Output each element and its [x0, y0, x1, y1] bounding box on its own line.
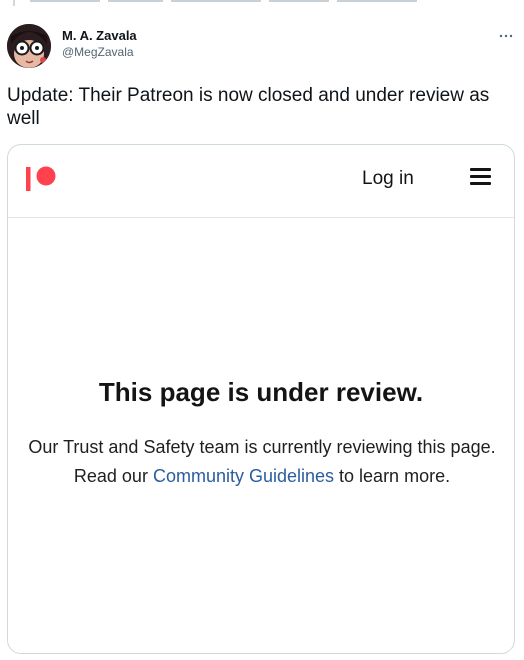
review-message-line1: Our Trust and Safety team is currently r…	[28, 437, 496, 457]
review-message-line2: Read our Community Guidelines to learn m…	[22, 462, 502, 491]
thread-connector-line	[13, 0, 15, 6]
avatar[interactable]	[7, 24, 51, 68]
author-display-name[interactable]: M. A. Zavala	[62, 28, 137, 44]
previous-tweet-cropped-text	[30, 0, 450, 6]
tweet-text: Update: Their Patreon is now closed and …	[7, 85, 490, 129]
review-title: This page is under review.	[98, 377, 424, 407]
author-handle[interactable]: @MegZavala	[62, 44, 137, 60]
hamburger-menu-icon[interactable]	[470, 168, 491, 186]
more-options-button[interactable]	[496, 28, 516, 42]
community-guidelines-link[interactable]: Community Guidelines	[153, 466, 334, 486]
patreon-navbar: Log in	[8, 145, 514, 218]
author-info: M. A. Zavala @MegZavala	[62, 28, 137, 60]
login-link[interactable]: Log in	[362, 167, 414, 191]
patreon-logo-icon[interactable]	[26, 165, 60, 193]
review-message-prefix: Read our	[73, 466, 153, 486]
tweet-header: M. A. Zavala @MegZavala	[7, 24, 516, 70]
review-message: Our Trust and Safety team is currently r…	[22, 433, 502, 491]
embedded-screenshot-card[interactable]: Log in This page is under review. Our Tr…	[7, 144, 515, 654]
avatar-image	[7, 24, 51, 68]
more-horizontal-icon	[499, 34, 513, 38]
review-message-suffix: to learn more.	[334, 466, 451, 486]
